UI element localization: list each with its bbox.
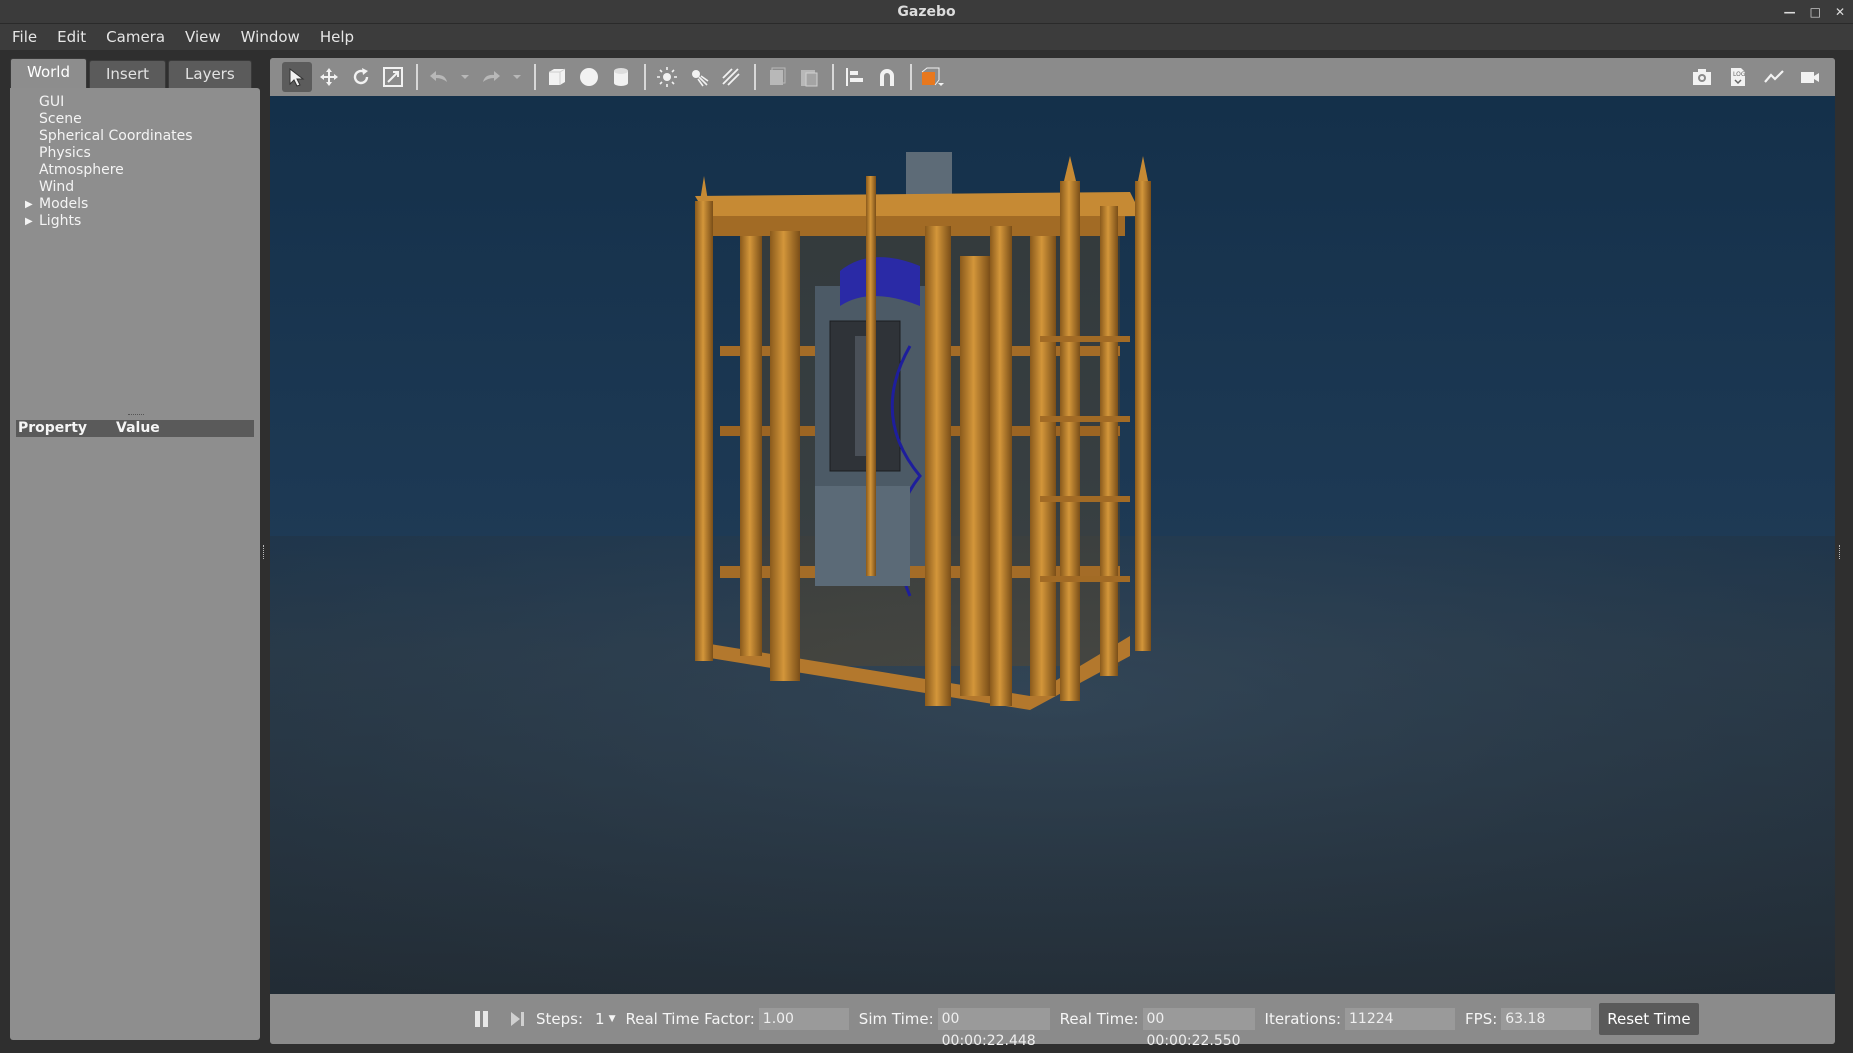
tab-insert[interactable]: Insert <box>89 60 167 88</box>
svg-text:LOG: LOG <box>1733 71 1746 78</box>
minimize-icon[interactable]: — <box>1784 0 1796 24</box>
cylinder-icon[interactable] <box>606 62 636 92</box>
menu-edit[interactable]: Edit <box>51 28 92 46</box>
copy-icon[interactable] <box>762 62 792 92</box>
step-icon[interactable] <box>510 1010 526 1028</box>
undo-icon[interactable] <box>424 62 454 92</box>
properties-panel: Property Value <box>10 420 260 1040</box>
snap-icon[interactable] <box>872 62 902 92</box>
property-column-header: Property <box>18 420 88 436</box>
3d-viewport[interactable] <box>270 96 1835 994</box>
menu-view[interactable]: View <box>179 28 227 46</box>
directional-light-icon[interactable] <box>716 62 746 92</box>
translate-icon[interactable] <box>314 62 344 92</box>
toolbar-right-group: LOG <box>1687 62 1827 92</box>
tree-item-atmosphere[interactable]: Atmosphere <box>10 162 260 179</box>
subsea-frame-model[interactable] <box>695 152 1151 710</box>
steps-value[interactable]: 1 <box>595 1010 605 1028</box>
iterations-label: Iterations: <box>1264 1010 1342 1028</box>
properties-header: Property Value <box>16 420 254 437</box>
steps-dropdown-icon[interactable]: ▼ <box>609 1014 616 1024</box>
toolbar-separator <box>416 64 418 90</box>
redo-icon[interactable] <box>476 62 506 92</box>
fps-label: FPS: <box>1465 1010 1498 1028</box>
menu-file[interactable]: File <box>6 28 43 46</box>
undo-dropdown-icon[interactable] <box>456 62 474 92</box>
scale-icon[interactable] <box>378 62 408 92</box>
iterations-value: 11224 <box>1345 1008 1456 1030</box>
toolbar-separator <box>534 64 536 90</box>
window-title: Gazebo <box>897 4 956 20</box>
screenshot-icon[interactable] <box>1687 62 1717 92</box>
expand-arrow-icon[interactable]: ▶ <box>25 213 33 230</box>
toolbar-separator <box>644 64 646 90</box>
toolbar-separator <box>910 64 912 90</box>
sim-time-label: Sim Time: <box>858 1010 934 1028</box>
scene-render <box>270 96 1835 994</box>
log-icon[interactable]: LOG <box>1723 62 1753 92</box>
world-tree: GUI Scene Spherical Coordinates Physics … <box>10 88 260 410</box>
point-light-icon[interactable] <box>652 62 682 92</box>
left-splitter-handle[interactable] <box>263 545 266 559</box>
reset-time-button[interactable]: Reset Time <box>1599 1003 1699 1035</box>
toolbar: LOG <box>270 58 1835 96</box>
maximize-icon[interactable]: □ <box>1810 0 1821 24</box>
menu-help[interactable]: Help <box>314 28 360 46</box>
tree-item-label: Scene <box>39 111 82 127</box>
toolbar-separator <box>832 64 834 90</box>
plot-icon[interactable] <box>1759 62 1789 92</box>
real-time-label: Real Time: <box>1059 1010 1139 1028</box>
tree-item-label: Physics <box>39 145 91 161</box>
tree-item-scene[interactable]: Scene <box>10 111 260 128</box>
align-icon[interactable] <box>840 62 870 92</box>
real-time-value: 00 00:00:22.550 <box>1142 1008 1255 1049</box>
sim-time-value: 00 00:00:22.448 <box>937 1008 1050 1049</box>
expand-arrow-icon[interactable]: ▶ <box>25 196 33 213</box>
rtf-value: 1.00 <box>758 1008 849 1030</box>
tree-item-label: Spherical Coordinates <box>39 128 193 144</box>
video-icon[interactable] <box>1795 62 1825 92</box>
tree-item-label: Lights <box>39 213 82 229</box>
close-icon[interactable]: ✕ <box>1835 0 1845 24</box>
steps-label: Steps: <box>536 1010 584 1028</box>
rotate-icon[interactable] <box>346 62 376 92</box>
render-panel: LOG Steps: 1 ▼ Real Time Factor: 1.00 Si… <box>270 58 1835 1049</box>
tree-item-wind[interactable]: Wind <box>10 179 260 196</box>
sphere-icon[interactable] <box>574 62 604 92</box>
redo-dropdown-icon[interactable] <box>508 62 526 92</box>
select-icon[interactable] <box>282 62 312 92</box>
tab-layers[interactable]: Layers <box>168 60 252 88</box>
tree-item-lights[interactable]: ▶ Lights <box>10 213 260 230</box>
tree-item-label: Models <box>39 196 89 212</box>
fps-value: 63.18 <box>1501 1008 1592 1030</box>
pause-icon[interactable] <box>472 1009 492 1029</box>
menu-window[interactable]: Window <box>235 28 306 46</box>
window-titlebar: Gazebo — □ ✕ <box>0 0 1853 24</box>
tree-item-label: Atmosphere <box>39 162 124 178</box>
toolbar-separator <box>754 64 756 90</box>
tree-item-label: Wind <box>39 179 75 195</box>
tree-item-physics[interactable]: Physics <box>10 145 260 162</box>
panel-splitter[interactable] <box>10 410 260 420</box>
spot-light-icon[interactable] <box>684 62 714 92</box>
tab-world[interactable]: World <box>10 58 87 88</box>
tree-item-models[interactable]: ▶ Models <box>10 196 260 213</box>
rtf-label: Real Time Factor: <box>625 1010 755 1028</box>
menu-camera[interactable]: Camera <box>100 28 171 46</box>
left-panel: World Insert Layers GUI Scene Spherical … <box>10 58 260 1044</box>
value-column-header: Value <box>116 420 160 436</box>
tree-item-spherical-coordinates[interactable]: Spherical Coordinates <box>10 128 260 145</box>
paste-icon[interactable] <box>794 62 824 92</box>
menu-bar: File Edit Camera View Window Help <box>0 24 1853 50</box>
box-icon[interactable] <box>542 62 572 92</box>
view-angle-icon[interactable] <box>918 62 948 92</box>
tree-item-label: GUI <box>39 94 65 110</box>
status-bar: Steps: 1 ▼ Real Time Factor: 1.00 Sim Ti… <box>270 994 1835 1049</box>
tree-item-gui[interactable]: GUI <box>10 94 260 111</box>
panel-tabs: World Insert Layers <box>10 58 260 88</box>
right-splitter-handle[interactable] <box>1839 545 1842 559</box>
